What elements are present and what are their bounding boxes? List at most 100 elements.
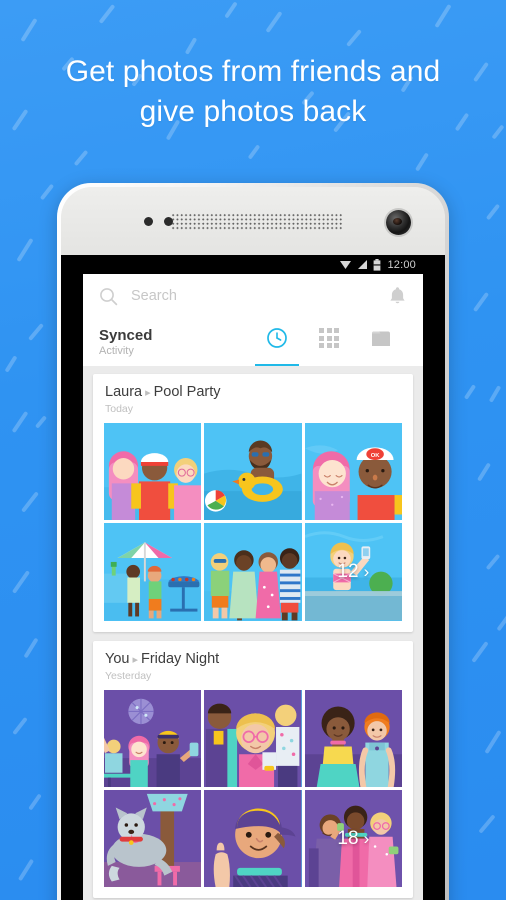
feed-card[interactable]: Laura ▸ Pool Party Today OK 12 ›: [93, 374, 413, 632]
phone-mockup: 12:00 Search Synced Activity Laura ▸ Poo…: [57, 183, 449, 900]
tab-bar: Synced Activity: [99, 318, 407, 366]
confetti-dash: [346, 29, 362, 47]
photo-pool-2[interactable]: [204, 423, 302, 521]
bell-icon: [390, 287, 405, 304]
confetti-dash: [496, 612, 506, 632]
card-timestamp: Today: [105, 403, 134, 415]
sync-status: Synced Activity: [99, 327, 251, 366]
status-bar-clock: 12:00: [387, 258, 416, 271]
confetti-dash: [21, 491, 39, 513]
confetti-dash: [485, 553, 501, 571]
confetti-dash: [477, 462, 491, 482]
card-title: Laura ▸ Pool Party: [105, 383, 401, 402]
search-row: [99, 274, 407, 318]
battery-icon: [374, 258, 381, 271]
confetti-dash: [488, 385, 502, 403]
chevron-right-icon: ›: [363, 828, 370, 848]
front-camera-icon: [386, 210, 411, 235]
photo-night-3[interactable]: [304, 689, 402, 788]
photo-night-1[interactable]: [104, 689, 202, 788]
clock-icon: [267, 328, 287, 348]
confetti-dash: [434, 3, 452, 29]
phone-top-bezel: [61, 187, 445, 255]
card-title: You ▸ Friday Night: [105, 650, 401, 669]
activity-feed[interactable]: Laura ▸ Pool Party Today OK 12 › You ▸ F…: [83, 366, 423, 900]
page-title: Get photos from friends and give photos …: [0, 52, 506, 132]
photo-pool-6[interactable]: 12 ›: [304, 523, 402, 621]
card-timestamp: Yesterday: [105, 669, 152, 682]
wifi-icon: [340, 261, 352, 269]
remaining-count: 12: [337, 561, 359, 583]
photo-pool-4[interactable]: [104, 523, 202, 621]
confetti-dash: [23, 637, 39, 659]
sync-subtitle: Activity: [99, 345, 134, 357]
tab-grid[interactable]: [303, 318, 355, 366]
confetti-dash: [4, 355, 18, 373]
earpiece-speaker-icon: [171, 213, 343, 231]
card-album-name: Pool Party: [153, 384, 221, 400]
phone-screen: 12:00 Search Synced Activity Laura ▸ Poo…: [83, 255, 423, 900]
confetti-dash: [34, 415, 48, 429]
svg-text:OK: OK: [370, 453, 380, 459]
photo-grid: 18 ›: [93, 689, 413, 899]
promo-screenshot: Get photos from friends and give photos …: [0, 0, 506, 900]
confetti-dash: [28, 793, 42, 811]
confetti-dash: [11, 410, 29, 434]
photo-grid: OK 12 ›: [93, 423, 413, 632]
confetti-dash: [28, 323, 44, 341]
breadcrumb-arrow-icon: ▸: [132, 653, 138, 666]
headline-line-1: Get photos from friends and: [65, 55, 441, 88]
grid-icon: [319, 328, 339, 348]
confetti-dash: [247, 144, 261, 160]
folder-icon: [372, 331, 390, 346]
breadcrumb-arrow-icon: ▸: [145, 387, 151, 399]
notifications-button[interactable]: [388, 286, 407, 306]
confetti-dash: [463, 384, 477, 400]
confetti-dash: [471, 641, 489, 663]
app-bar: Synced Activity: [83, 274, 423, 366]
photo-pool-1[interactable]: [104, 423, 202, 521]
confetti-dash: [265, 11, 283, 33]
chevron-right-icon: ›: [363, 562, 370, 582]
sensor-dots-icon: [144, 217, 173, 226]
confetti-dash: [98, 4, 116, 24]
headline-line-2: give photos back: [139, 95, 367, 128]
confetti-dash: [485, 203, 501, 221]
card-header: Laura ▸ Pool Party Today: [93, 383, 413, 423]
confetti-dash: [12, 716, 28, 736]
search-icon: [100, 287, 118, 305]
card-album-name: Friday Night: [141, 650, 220, 667]
photo-pool-5[interactable]: [204, 523, 302, 621]
confetti-dash: [16, 237, 34, 263]
tab-albums[interactable]: [355, 318, 407, 366]
confetti-dash: [415, 152, 429, 172]
tabs-group: [251, 318, 407, 366]
confetti-dash: [11, 570, 31, 594]
confetti-dash: [224, 1, 238, 19]
more-photos-overlay[interactable]: 18 ›: [305, 790, 402, 887]
tab-recent[interactable]: [251, 318, 303, 366]
confetti-dash: [472, 291, 490, 313]
confetti-dash: [39, 183, 55, 201]
confetti-dash: [484, 729, 502, 755]
card-owner: You: [105, 650, 130, 667]
confetti-dash: [73, 149, 89, 167]
phone-screen-bezel: 12:00 Search Synced Activity Laura ▸ Poo…: [61, 255, 445, 900]
signal-icon: [358, 260, 368, 269]
card-owner: Laura: [105, 384, 143, 400]
photo-pool-3[interactable]: OK: [304, 423, 402, 521]
more-photos-overlay[interactable]: 12 ›: [305, 523, 402, 620]
confetti-dash: [478, 814, 496, 834]
confetti-dash: [17, 858, 35, 882]
photo-night-2[interactable]: [204, 689, 302, 788]
card-header: You ▸ Friday Night Yesterday: [93, 650, 413, 690]
android-status-bar: 12:00: [83, 255, 423, 274]
photo-night-5[interactable]: [204, 790, 302, 888]
photo-night-4[interactable]: [104, 790, 202, 888]
confetti-dash: [20, 17, 38, 43]
photo-night-6[interactable]: 18 ›: [304, 790, 402, 888]
feed-card[interactable]: You ▸ Friday Night Yesterday 18 ›: [93, 640, 413, 899]
sync-title: Synced: [99, 327, 153, 344]
remaining-count: 18: [337, 827, 359, 849]
search-input[interactable]: [131, 288, 388, 304]
